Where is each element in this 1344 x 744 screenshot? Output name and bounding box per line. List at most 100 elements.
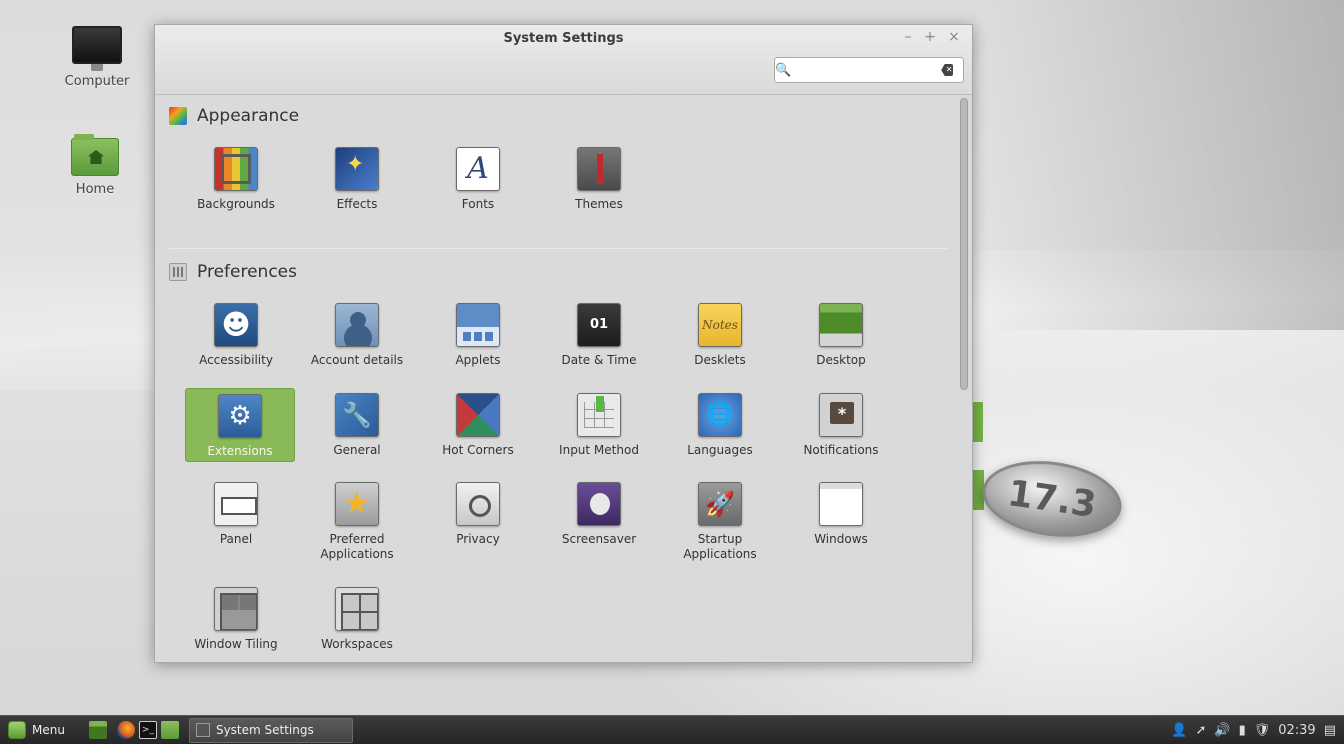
settings-item-preferred-applications[interactable]: ★ Preferred Applications	[302, 477, 412, 561]
item-label: Desktop	[816, 353, 866, 367]
item-label: Themes	[575, 197, 623, 211]
item-label: Panel	[219, 532, 253, 546]
item-label: Effects	[336, 197, 378, 211]
settings-item-fonts[interactable]: A Fonts	[423, 142, 533, 216]
settings-content: Appearance Backgrounds Effects A Fonts T…	[155, 96, 956, 662]
taskbar-window-system-settings[interactable]: System Settings	[188, 717, 353, 743]
window-icon	[819, 482, 863, 526]
item-label: Accessibility	[199, 353, 273, 367]
section-header-appearance: Appearance	[169, 104, 299, 128]
settings-item-window-tiling[interactable]: Window Tiling	[181, 582, 291, 656]
item-label: Screensaver	[561, 532, 637, 546]
system-tray: 👤 ➚ 🔊 ▮ 🛡 02:39 ▤	[1171, 723, 1344, 738]
show-desktop-icon[interactable]	[88, 721, 107, 739]
section-title: Appearance	[197, 106, 300, 126]
settings-item-desklets[interactable]: Notes Desklets	[665, 298, 775, 372]
home-folder-icon	[71, 134, 119, 176]
settings-item-privacy[interactable]: Privacy	[423, 477, 533, 551]
item-label: Account details	[310, 353, 404, 367]
desktop-icon-home[interactable]: Home	[50, 134, 140, 197]
wallpaper-green-shape	[973, 402, 983, 442]
workspace-switcher-icon[interactable]: ▤	[1324, 723, 1336, 738]
settings-item-date-time[interactable]: 01 Date & Time	[544, 298, 654, 372]
window-titlebar[interactable]: System Settings – + × 🔍 ✕	[155, 25, 972, 95]
terminal-icon[interactable]: >_	[138, 721, 157, 739]
settings-item-extensions[interactable]: ⚙ Extensions	[185, 388, 295, 462]
item-label: Desklets	[694, 353, 746, 367]
task-label: System Settings	[215, 723, 314, 737]
menu-button[interactable]: Menu	[0, 716, 73, 744]
item-label: Fonts	[461, 197, 495, 211]
battery-icon[interactable]: ▮	[1239, 723, 1246, 738]
settings-item-desktop[interactable]: Desktop	[786, 298, 896, 372]
close-button[interactable]: ×	[945, 29, 963, 45]
vertical-scrollbar[interactable]	[958, 96, 970, 662]
item-label: Applets	[455, 353, 501, 367]
network-icon[interactable]: ➚	[1195, 723, 1206, 738]
desktop-icon-computer[interactable]: Computer	[52, 26, 142, 89]
calendar-icon: 01	[577, 303, 621, 347]
firefox-icon[interactable]	[116, 721, 135, 739]
scrollbar-thumb[interactable]	[960, 98, 968, 390]
themes-icon	[577, 147, 621, 191]
update-shield-icon[interactable]: 🛡	[1254, 723, 1271, 738]
settings-item-panel[interactable]: Panel	[181, 477, 291, 551]
account-icon	[335, 303, 379, 347]
volume-icon[interactable]: 🔊	[1214, 723, 1230, 738]
settings-item-accessibility[interactable]: ☻ Accessibility	[181, 298, 291, 372]
hot-corners-icon	[456, 393, 500, 437]
files-icon[interactable]	[160, 721, 179, 739]
settings-item-backgrounds[interactable]: Backgrounds	[181, 142, 291, 216]
settings-item-hot-corners[interactable]: Hot Corners	[423, 388, 533, 462]
settings-item-languages[interactable]: 🌐 Languages	[665, 388, 775, 462]
settings-item-workspaces[interactable]: Workspaces	[302, 582, 412, 656]
settings-item-input-method[interactable]: Input Method	[544, 388, 654, 462]
minimize-button[interactable]: –	[899, 29, 917, 45]
wrench-icon: 🔧	[335, 393, 379, 437]
item-label: Privacy	[456, 532, 500, 546]
star-icon: ★	[335, 482, 379, 526]
item-label: Workspaces	[321, 637, 393, 651]
safe-icon	[456, 482, 500, 526]
item-label: Extensions	[207, 444, 273, 458]
settings-item-windows[interactable]: Windows	[786, 477, 896, 551]
settings-item-themes[interactable]: Themes	[544, 142, 654, 216]
panel-icon	[214, 482, 258, 526]
search-input[interactable]	[791, 59, 942, 81]
window-title: System Settings	[503, 31, 624, 46]
item-label: Startup Applications	[683, 532, 757, 561]
settings-item-applets[interactable]: Applets	[423, 298, 533, 372]
window-tiling-icon	[214, 587, 258, 631]
clear-search-icon[interactable]: ✕	[941, 64, 953, 76]
extensions-gear-icon: ⚙	[218, 394, 262, 438]
item-label: Hot Corners	[442, 443, 514, 457]
settings-item-account-details[interactable]: Account details	[302, 298, 412, 372]
backgrounds-icon	[214, 147, 258, 191]
item-label: Backgrounds	[197, 197, 275, 211]
settings-item-screensaver[interactable]: Screensaver	[544, 477, 654, 551]
section-divider	[169, 248, 947, 249]
item-label: Window Tiling	[194, 637, 278, 651]
user-icon[interactable]: 👤	[1171, 723, 1187, 738]
wallpaper-version-badge: 17.3	[977, 452, 1127, 546]
mint-logo-icon	[8, 721, 26, 739]
taskbar: Menu >_ System Settings 👤 ➚ 🔊 ▮ 🛡 02:39 …	[0, 715, 1344, 744]
settings-item-effects[interactable]: Effects	[302, 142, 412, 216]
rocket-icon: 🚀	[698, 482, 742, 526]
item-label: Input Method	[559, 443, 639, 457]
settings-item-notifications[interactable]: Notifications	[786, 388, 896, 462]
search-box: 🔍 ✕	[774, 57, 964, 83]
applets-icon	[456, 303, 500, 347]
section-title: Preferences	[197, 262, 297, 282]
desklets-icon: Notes	[698, 303, 742, 347]
clock[interactable]: 02:39	[1278, 723, 1315, 738]
preferences-icon	[169, 263, 187, 281]
item-label: Date & Time	[561, 353, 637, 367]
settings-item-general[interactable]: 🔧 General	[302, 388, 412, 462]
appearance-icon	[169, 107, 187, 125]
item-label: General	[333, 443, 381, 457]
settings-item-startup-applications[interactable]: 🚀 Startup Applications	[665, 477, 775, 561]
system-settings-window: System Settings – + × 🔍 ✕ Appearance Bac…	[154, 24, 973, 663]
maximize-button[interactable]: +	[921, 29, 939, 45]
effects-icon	[335, 147, 379, 191]
